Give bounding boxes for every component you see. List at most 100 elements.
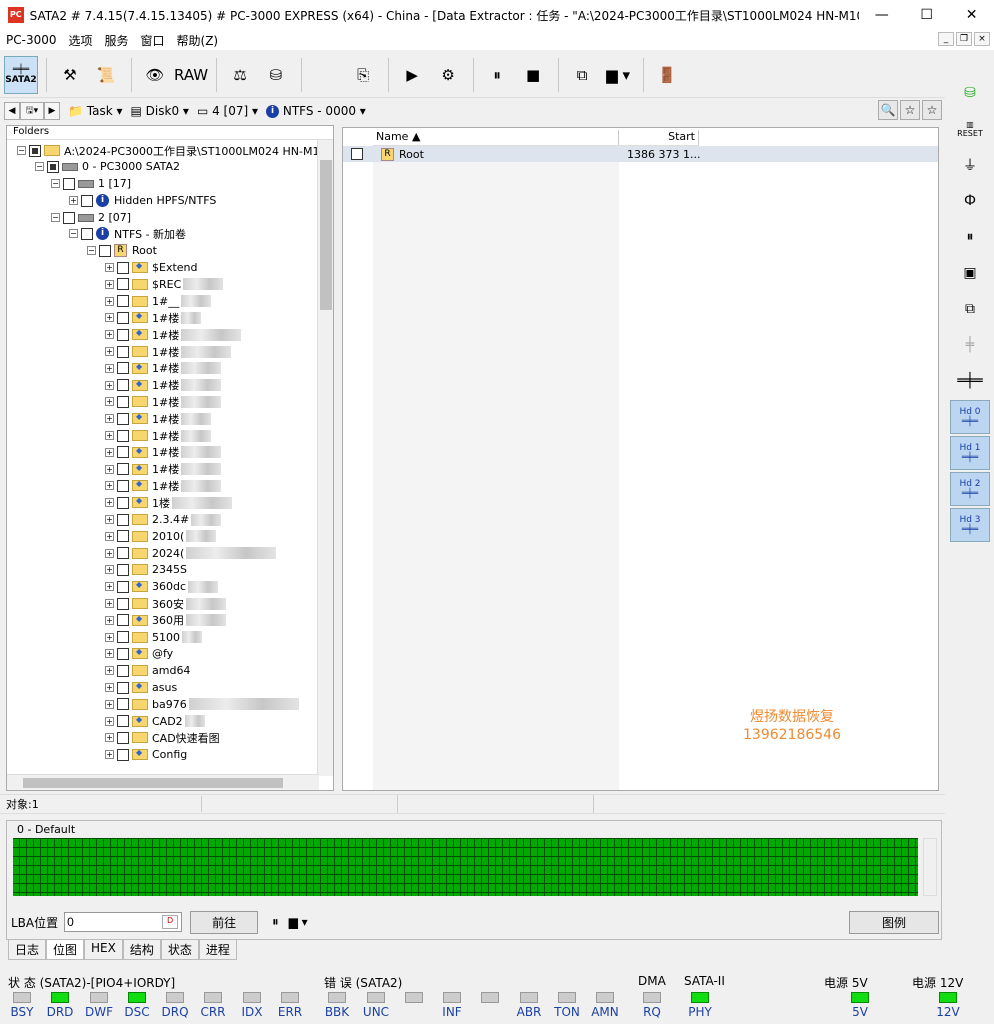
tree-folder-item[interactable]: +2.3.4#	[105, 511, 222, 528]
tree-folder-item[interactable]: +Config	[105, 746, 187, 763]
tree-folder-item[interactable]: +asus	[105, 679, 177, 696]
breadcrumb-task[interactable]: 📁 Task ▾	[68, 104, 123, 118]
play-icon[interactable]: ▶	[395, 56, 429, 94]
tree-folder-item[interactable]: +1#楼	[105, 393, 222, 410]
tree-folder-item[interactable]: +360用	[105, 612, 226, 629]
mdi-restore-button[interactable]: ❐	[956, 32, 972, 46]
reset-button[interactable]: ▥ RESET	[950, 112, 990, 146]
pause-icon[interactable]: ⏸	[480, 56, 514, 94]
folders-horizontal-scrollbar[interactable]	[7, 774, 319, 790]
copy-close-icon[interactable]: ⧉	[950, 292, 990, 326]
maximize-button[interactable]: ☐	[904, 0, 949, 30]
copy-icon[interactable]: ⧉	[565, 56, 599, 94]
tree-folder-item[interactable]: + CAD快速看图	[105, 729, 220, 746]
tree-folder-item[interactable]: + amd64	[105, 662, 190, 679]
close-button[interactable]: ✕	[949, 0, 994, 30]
star-icon[interactable]: ☆	[922, 100, 942, 120]
tree-folder-item[interactable]: +1#楼	[105, 477, 222, 494]
drive-icon[interactable]: ⛁	[259, 56, 293, 94]
binoculars-icon[interactable]: 👁	[138, 56, 172, 94]
pause-icon[interactable]: ⏸	[272, 915, 279, 930]
tree-folder-item[interactable]: +1#__	[105, 293, 212, 310]
menu-pc3000[interactable]: PC-3000	[0, 33, 62, 47]
tree-folder-item[interactable]: + $REC	[105, 276, 224, 293]
raw-button[interactable]: RAW	[174, 56, 208, 94]
connector-icon[interactable]: ═╪═	[950, 364, 990, 398]
tree-folder-item[interactable]: +1#楼	[105, 427, 212, 444]
breadcrumb-disk[interactable]: ▤ Disk0 ▾	[131, 104, 189, 118]
tree-folder-item[interactable]: +1#楼	[105, 377, 222, 394]
table-row[interactable]: R Root 1386 373 1...	[343, 146, 938, 162]
tree-folder-item[interactable]: +1#楼	[105, 410, 212, 427]
tree-folder-item[interactable]: +$Extend	[105, 259, 198, 276]
menu-service[interactable]: 服务	[99, 32, 135, 49]
menu-window[interactable]: 窗口	[135, 32, 171, 49]
tree-folder-item[interactable]: +1#楼	[105, 444, 222, 461]
hd1-button[interactable]: Hd 1 ═╪═	[950, 436, 990, 470]
tree-node-part2[interactable]: − 2 [07]	[51, 209, 131, 226]
export-icon[interactable]: ⎘	[346, 56, 380, 94]
tab-process[interactable]: 进程	[198, 940, 237, 960]
script-icon[interactable]: 📜	[89, 56, 123, 94]
column-start[interactable]: Start	[619, 130, 699, 145]
tree-folder-item[interactable]: +@fy	[105, 645, 173, 662]
legend-button[interactable]: 图例	[849, 910, 939, 934]
bitmap-scrollbar[interactable]	[923, 838, 937, 896]
tools-icon[interactable]: ⚒	[53, 56, 87, 94]
tree-folder-item[interactable]: +1#楼	[105, 326, 242, 343]
power-icon[interactable]: ⛁	[950, 76, 990, 110]
tree-folder-item[interactable]: +2010(	[105, 528, 217, 545]
tree-node-part1[interactable]: − 1 [17]	[51, 175, 131, 192]
tree-folder-item[interactable]: + ba976	[105, 696, 299, 713]
tree-folder-item[interactable]: +360安	[105, 595, 226, 612]
back-button[interactable]: ◀	[4, 102, 20, 120]
row-checkbox[interactable]	[351, 148, 363, 160]
sector-bitmap[interactable]	[13, 838, 918, 896]
breadcrumb-volume[interactable]: i NTFS - 0000 ▾	[266, 104, 366, 118]
pause-icon[interactable]: ⏸	[950, 220, 990, 254]
tree-folder-item[interactable]: +CAD2	[105, 713, 205, 730]
favorites-icon[interactable]: ☆	[900, 100, 920, 120]
tree-folder-item[interactable]: +5100	[105, 629, 202, 646]
search-icon[interactable]: 🔍	[878, 100, 898, 120]
tree-folder-item[interactable]: +1#楼	[105, 461, 222, 478]
tree-folder-item[interactable]: +1#楼	[105, 309, 202, 326]
tab-structure[interactable]: 结构	[122, 940, 161, 960]
tree-node-hidden[interactable]: + i Hidden HPFS/NTFS	[69, 192, 216, 209]
tab-bitmap[interactable]: 位图	[46, 940, 85, 960]
mdi-close-button[interactable]: ×	[974, 32, 990, 46]
tree-node-path[interactable]: − A:\2024-PC3000工作目录\ST1000LM024 HN-M101	[17, 142, 333, 159]
scales-icon[interactable]: ⚖	[223, 56, 257, 94]
go-button[interactable]: 前往	[190, 910, 259, 934]
tree-folder-item[interactable]: +1楼	[105, 494, 232, 511]
probe-icon[interactable]: ⏚	[950, 148, 990, 182]
tree-folder-item[interactable]: +360dc	[105, 578, 219, 595]
tree-folder-item[interactable]: +2024(	[105, 545, 277, 562]
mdi-minimize-button[interactable]: _	[938, 32, 954, 46]
tree-folder-item[interactable]: +2345S	[105, 561, 187, 578]
forward-button[interactable]: ▶	[44, 102, 60, 120]
column-name[interactable]: Name ▲	[373, 130, 619, 145]
sata2-button[interactable]: ═╪═ SATA2	[4, 55, 38, 94]
image-dropdown-icon[interactable]: ▆ ▾	[601, 56, 635, 94]
stop-icon[interactable]: ■	[516, 56, 550, 94]
exit-icon[interactable]: 🚪	[650, 56, 684, 94]
tree-node-ntfs[interactable]: − i NTFS - 新加卷	[69, 225, 186, 242]
tree-folder-item[interactable]: +1#楼	[105, 360, 222, 377]
tab-status[interactable]: 状态	[160, 940, 199, 960]
network-icon[interactable]: ⚙	[431, 56, 465, 94]
tree-node-device[interactable]: − 0 - PC3000 SATA2	[35, 158, 180, 175]
tree-folder-item[interactable]: +1#楼	[105, 343, 232, 360]
hd0-button[interactable]: Hd 0 ═╪═	[950, 400, 990, 434]
head-icon[interactable]: Ф	[950, 184, 990, 218]
folders-vertical-scrollbar[interactable]	[317, 140, 333, 776]
minimize-button[interactable]: —	[859, 0, 904, 30]
save-icon[interactable]: 🖫▾	[20, 102, 44, 120]
tab-hex[interactable]: HEX	[84, 940, 123, 960]
menu-help[interactable]: 帮助(Z)	[171, 32, 225, 49]
chip-icon[interactable]: ▣	[950, 256, 990, 290]
breadcrumb-partition[interactable]: ▭ 4 [07] ▾	[197, 104, 258, 118]
clear-icon[interactable]: D	[162, 915, 179, 929]
menu-options[interactable]: 选项	[62, 32, 98, 49]
tab-log[interactable]: 日志	[8, 940, 47, 960]
